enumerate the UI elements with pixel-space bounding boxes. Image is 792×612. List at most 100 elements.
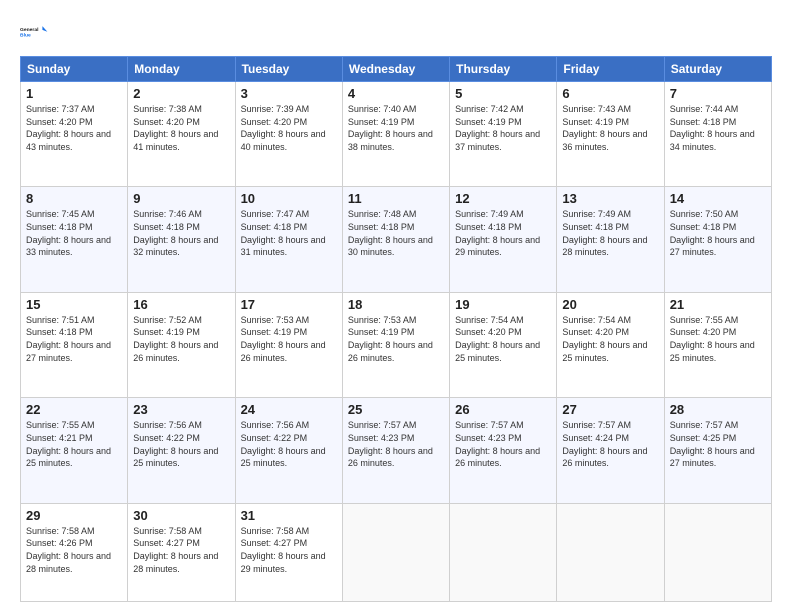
day-number: 22 bbox=[26, 402, 122, 417]
day-number: 29 bbox=[26, 508, 122, 523]
calendar-cell: 7 Sunrise: 7:44 AMSunset: 4:18 PMDayligh… bbox=[664, 82, 771, 187]
cell-info: Sunrise: 7:39 AMSunset: 4:20 PMDaylight:… bbox=[241, 104, 326, 152]
calendar-cell: 28 Sunrise: 7:57 AMSunset: 4:25 PMDaylig… bbox=[664, 398, 771, 503]
calendar-cell bbox=[450, 503, 557, 601]
day-number: 21 bbox=[670, 297, 766, 312]
calendar-cell: 23 Sunrise: 7:56 AMSunset: 4:22 PMDaylig… bbox=[128, 398, 235, 503]
day-number: 26 bbox=[455, 402, 551, 417]
day-number: 28 bbox=[670, 402, 766, 417]
calendar-cell: 16 Sunrise: 7:52 AMSunset: 4:19 PMDaylig… bbox=[128, 292, 235, 397]
day-number: 24 bbox=[241, 402, 337, 417]
calendar-cell: 20 Sunrise: 7:54 AMSunset: 4:20 PMDaylig… bbox=[557, 292, 664, 397]
calendar-cell bbox=[557, 503, 664, 601]
calendar-cell: 15 Sunrise: 7:51 AMSunset: 4:18 PMDaylig… bbox=[21, 292, 128, 397]
calendar-cell: 2 Sunrise: 7:38 AMSunset: 4:20 PMDayligh… bbox=[128, 82, 235, 187]
calendar-cell: 29 Sunrise: 7:58 AMSunset: 4:26 PMDaylig… bbox=[21, 503, 128, 601]
cell-info: Sunrise: 7:54 AMSunset: 4:20 PMDaylight:… bbox=[455, 315, 540, 363]
cell-info: Sunrise: 7:43 AMSunset: 4:19 PMDaylight:… bbox=[562, 104, 647, 152]
col-header-monday: Monday bbox=[128, 57, 235, 82]
cell-info: Sunrise: 7:42 AMSunset: 4:19 PMDaylight:… bbox=[455, 104, 540, 152]
calendar-cell: 4 Sunrise: 7:40 AMSunset: 4:19 PMDayligh… bbox=[342, 82, 449, 187]
calendar-cell: 3 Sunrise: 7:39 AMSunset: 4:20 PMDayligh… bbox=[235, 82, 342, 187]
cell-info: Sunrise: 7:57 AMSunset: 4:23 PMDaylight:… bbox=[455, 420, 540, 468]
day-number: 31 bbox=[241, 508, 337, 523]
day-number: 18 bbox=[348, 297, 444, 312]
calendar-cell: 30 Sunrise: 7:58 AMSunset: 4:27 PMDaylig… bbox=[128, 503, 235, 601]
cell-info: Sunrise: 7:56 AMSunset: 4:22 PMDaylight:… bbox=[133, 420, 218, 468]
calendar-cell: 11 Sunrise: 7:48 AMSunset: 4:18 PMDaylig… bbox=[342, 187, 449, 292]
day-number: 4 bbox=[348, 86, 444, 101]
day-number: 7 bbox=[670, 86, 766, 101]
logo: GeneralBlue bbox=[20, 18, 48, 46]
cell-info: Sunrise: 7:44 AMSunset: 4:18 PMDaylight:… bbox=[670, 104, 755, 152]
cell-info: Sunrise: 7:58 AMSunset: 4:27 PMDaylight:… bbox=[133, 526, 218, 574]
cell-info: Sunrise: 7:46 AMSunset: 4:18 PMDaylight:… bbox=[133, 209, 218, 257]
calendar-cell: 14 Sunrise: 7:50 AMSunset: 4:18 PMDaylig… bbox=[664, 187, 771, 292]
calendar-cell: 17 Sunrise: 7:53 AMSunset: 4:19 PMDaylig… bbox=[235, 292, 342, 397]
calendar-cell bbox=[342, 503, 449, 601]
day-number: 8 bbox=[26, 191, 122, 206]
calendar-cell: 5 Sunrise: 7:42 AMSunset: 4:19 PMDayligh… bbox=[450, 82, 557, 187]
day-number: 10 bbox=[241, 191, 337, 206]
cell-info: Sunrise: 7:48 AMSunset: 4:18 PMDaylight:… bbox=[348, 209, 433, 257]
calendar-cell: 13 Sunrise: 7:49 AMSunset: 4:18 PMDaylig… bbox=[557, 187, 664, 292]
cell-info: Sunrise: 7:58 AMSunset: 4:27 PMDaylight:… bbox=[241, 526, 326, 574]
day-number: 30 bbox=[133, 508, 229, 523]
calendar-table: SundayMondayTuesdayWednesdayThursdayFrid… bbox=[20, 56, 772, 602]
day-number: 3 bbox=[241, 86, 337, 101]
day-number: 23 bbox=[133, 402, 229, 417]
calendar-cell: 1 Sunrise: 7:37 AMSunset: 4:20 PMDayligh… bbox=[21, 82, 128, 187]
day-number: 27 bbox=[562, 402, 658, 417]
calendar-cell: 25 Sunrise: 7:57 AMSunset: 4:23 PMDaylig… bbox=[342, 398, 449, 503]
col-header-sunday: Sunday bbox=[21, 57, 128, 82]
day-number: 14 bbox=[670, 191, 766, 206]
col-header-tuesday: Tuesday bbox=[235, 57, 342, 82]
calendar-cell: 22 Sunrise: 7:55 AMSunset: 4:21 PMDaylig… bbox=[21, 398, 128, 503]
cell-info: Sunrise: 7:57 AMSunset: 4:23 PMDaylight:… bbox=[348, 420, 433, 468]
day-number: 12 bbox=[455, 191, 551, 206]
col-header-wednesday: Wednesday bbox=[342, 57, 449, 82]
calendar-cell: 26 Sunrise: 7:57 AMSunset: 4:23 PMDaylig… bbox=[450, 398, 557, 503]
calendar-cell: 8 Sunrise: 7:45 AMSunset: 4:18 PMDayligh… bbox=[21, 187, 128, 292]
day-number: 17 bbox=[241, 297, 337, 312]
day-number: 19 bbox=[455, 297, 551, 312]
col-header-friday: Friday bbox=[557, 57, 664, 82]
day-number: 9 bbox=[133, 191, 229, 206]
cell-info: Sunrise: 7:57 AMSunset: 4:25 PMDaylight:… bbox=[670, 420, 755, 468]
calendar-cell: 27 Sunrise: 7:57 AMSunset: 4:24 PMDaylig… bbox=[557, 398, 664, 503]
cell-info: Sunrise: 7:49 AMSunset: 4:18 PMDaylight:… bbox=[455, 209, 540, 257]
page: GeneralBlue SundayMondayTuesdayWednesday… bbox=[0, 0, 792, 612]
cell-info: Sunrise: 7:52 AMSunset: 4:19 PMDaylight:… bbox=[133, 315, 218, 363]
day-number: 13 bbox=[562, 191, 658, 206]
cell-info: Sunrise: 7:55 AMSunset: 4:20 PMDaylight:… bbox=[670, 315, 755, 363]
header: GeneralBlue bbox=[20, 18, 772, 46]
day-number: 6 bbox=[562, 86, 658, 101]
calendar-cell: 10 Sunrise: 7:47 AMSunset: 4:18 PMDaylig… bbox=[235, 187, 342, 292]
calendar-cell: 9 Sunrise: 7:46 AMSunset: 4:18 PMDayligh… bbox=[128, 187, 235, 292]
cell-info: Sunrise: 7:50 AMSunset: 4:18 PMDaylight:… bbox=[670, 209, 755, 257]
day-number: 25 bbox=[348, 402, 444, 417]
calendar-cell bbox=[664, 503, 771, 601]
cell-info: Sunrise: 7:55 AMSunset: 4:21 PMDaylight:… bbox=[26, 420, 111, 468]
cell-info: Sunrise: 7:54 AMSunset: 4:20 PMDaylight:… bbox=[562, 315, 647, 363]
cell-info: Sunrise: 7:49 AMSunset: 4:18 PMDaylight:… bbox=[562, 209, 647, 257]
cell-info: Sunrise: 7:40 AMSunset: 4:19 PMDaylight:… bbox=[348, 104, 433, 152]
col-header-saturday: Saturday bbox=[664, 57, 771, 82]
cell-info: Sunrise: 7:58 AMSunset: 4:26 PMDaylight:… bbox=[26, 526, 111, 574]
calendar-cell: 19 Sunrise: 7:54 AMSunset: 4:20 PMDaylig… bbox=[450, 292, 557, 397]
day-number: 5 bbox=[455, 86, 551, 101]
cell-info: Sunrise: 7:57 AMSunset: 4:24 PMDaylight:… bbox=[562, 420, 647, 468]
svg-text:General: General bbox=[20, 27, 39, 33]
cell-info: Sunrise: 7:37 AMSunset: 4:20 PMDaylight:… bbox=[26, 104, 111, 152]
day-number: 15 bbox=[26, 297, 122, 312]
day-number: 2 bbox=[133, 86, 229, 101]
cell-info: Sunrise: 7:51 AMSunset: 4:18 PMDaylight:… bbox=[26, 315, 111, 363]
day-number: 16 bbox=[133, 297, 229, 312]
cell-info: Sunrise: 7:45 AMSunset: 4:18 PMDaylight:… bbox=[26, 209, 111, 257]
calendar-cell: 12 Sunrise: 7:49 AMSunset: 4:18 PMDaylig… bbox=[450, 187, 557, 292]
cell-info: Sunrise: 7:53 AMSunset: 4:19 PMDaylight:… bbox=[348, 315, 433, 363]
calendar-cell: 6 Sunrise: 7:43 AMSunset: 4:19 PMDayligh… bbox=[557, 82, 664, 187]
cell-info: Sunrise: 7:47 AMSunset: 4:18 PMDaylight:… bbox=[241, 209, 326, 257]
calendar-cell: 18 Sunrise: 7:53 AMSunset: 4:19 PMDaylig… bbox=[342, 292, 449, 397]
day-number: 20 bbox=[562, 297, 658, 312]
